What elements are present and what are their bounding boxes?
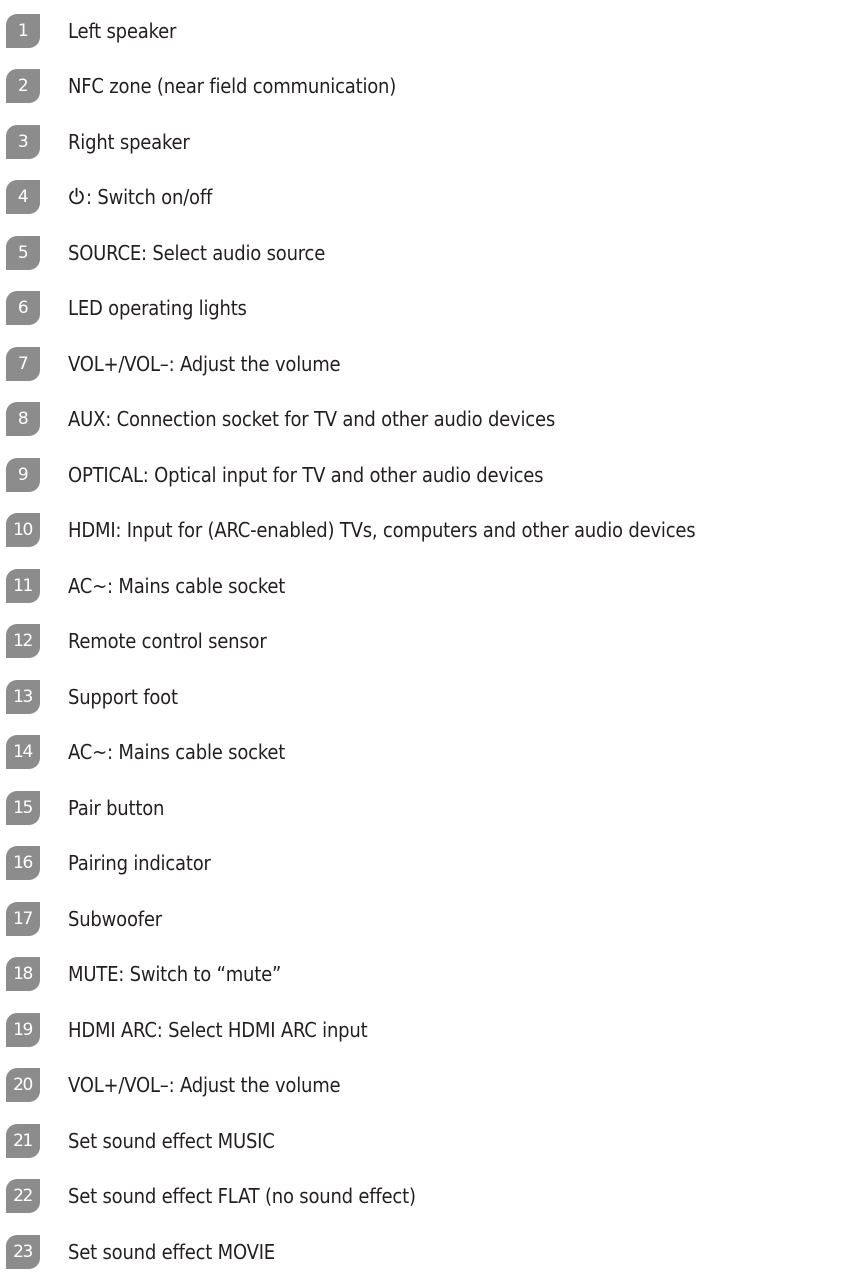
legend-item: 6 LED operating lights [6, 281, 856, 337]
item-label: AUX: Connection socket for TV and other … [68, 407, 556, 432]
item-label: NFC zone (near field communication) [68, 74, 397, 99]
legend-item: 23 Set sound effect MOVIE [6, 1224, 856, 1280]
item-label: Subwoofer [68, 906, 162, 931]
item-label: AC~: Mains cable socket [68, 740, 286, 765]
item-label: Set sound effect FLAT (no sound effect) [68, 1184, 416, 1209]
number-badge: 7 [6, 346, 40, 381]
number-badge: 14 [6, 735, 40, 770]
legend-item: 5 SOURCE: Select audio source [6, 225, 856, 281]
item-label: Pairing indicator [68, 851, 211, 876]
number-badge: 6 [6, 291, 40, 326]
legend-item: 9 OPTICAL: Optical input for TV and othe… [6, 447, 856, 503]
number-badge: 9 [6, 457, 40, 492]
item-label: : Switch on/off [86, 185, 213, 210]
number-badge: 13 [6, 679, 40, 714]
item-label: OPTICAL: Optical input for TV and other … [68, 462, 544, 487]
item-label: Set sound effect MUSIC [68, 1128, 275, 1153]
item-label: VOL+/VOL–: Adjust the volume [68, 351, 341, 376]
number-badge: 5 [6, 235, 40, 270]
legend-item: 10 HDMI: Input for (ARC-enabled) TVs, co… [6, 503, 856, 559]
number-badge: 2 [6, 69, 40, 104]
legend-item: 18 MUTE: Switch to “mute” [6, 947, 856, 1003]
legend-item: 11 AC~: Mains cable socket [6, 558, 856, 614]
number-badge: 22 [6, 1179, 40, 1214]
number-badge: 12 [6, 624, 40, 659]
legend-item: 20 VOL+/VOL–: Adjust the volume [6, 1058, 856, 1114]
item-label: MUTE: Switch to “mute” [68, 962, 282, 987]
number-badge: 4 [6, 180, 40, 215]
number-badge: 20 [6, 1068, 40, 1103]
item-label: Left speaker [68, 18, 177, 43]
number-badge: 1 [6, 13, 40, 48]
number-badge: 19 [6, 1012, 40, 1047]
power-icon [69, 187, 84, 205]
legend-item: 19 HDMI ARC: Select HDMI ARC input [6, 1002, 856, 1058]
number-badge: 17 [6, 901, 40, 936]
number-badge: 3 [6, 124, 40, 159]
legend-item: 3 Right speaker [6, 114, 856, 170]
item-label: SOURCE: Select audio source [68, 240, 326, 265]
number-badge: 8 [6, 402, 40, 437]
number-badge: 16 [6, 846, 40, 881]
number-badge: 10 [6, 513, 40, 548]
legend-item: 15 Pair button [6, 780, 856, 836]
item-label: HDMI ARC: Select HDMI ARC input [68, 1017, 368, 1042]
component-legend-list: 1 Left speaker 2 NFC zone (near field co… [6, 3, 856, 1280]
number-badge: 11 [6, 568, 40, 603]
number-badge: 21 [6, 1123, 40, 1158]
number-badge: 15 [6, 790, 40, 825]
legend-item: 12 Remote control sensor [6, 614, 856, 670]
legend-item: 2 NFC zone (near field communication) [6, 59, 856, 115]
item-label: Pair button [68, 795, 165, 820]
number-badge: 18 [6, 957, 40, 992]
item-label-with-icon: : Switch on/off [68, 187, 212, 207]
item-label: Support foot [68, 684, 178, 709]
item-label: AC~: Mains cable socket [68, 573, 286, 598]
legend-item: 1 Left speaker [6, 3, 856, 59]
legend-item: 22 Set sound effect FLAT (no sound effec… [6, 1169, 856, 1225]
item-label: HDMI: Input for (ARC-enabled) TVs, compu… [68, 518, 696, 543]
item-label: Set sound effect MOVIE [68, 1239, 275, 1264]
legend-item: 8 AUX: Connection socket for TV and othe… [6, 392, 856, 448]
item-label: VOL+/VOL–: Adjust the volume [68, 1073, 341, 1098]
legend-item: 7 VOL+/VOL–: Adjust the volume [6, 336, 856, 392]
legend-item: 4 : Switch on/off [6, 170, 856, 226]
item-label: LED operating lights [68, 296, 247, 321]
legend-item: 13 Support foot [6, 669, 856, 725]
item-label: Right speaker [68, 129, 190, 154]
legend-item: 14 AC~: Mains cable socket [6, 725, 856, 781]
legend-item: 17 Subwoofer [6, 891, 856, 947]
number-badge: 23 [6, 1234, 40, 1269]
legend-item: 16 Pairing indicator [6, 836, 856, 892]
item-label: Remote control sensor [68, 629, 267, 654]
legend-item: 21 Set sound effect MUSIC [6, 1113, 856, 1169]
